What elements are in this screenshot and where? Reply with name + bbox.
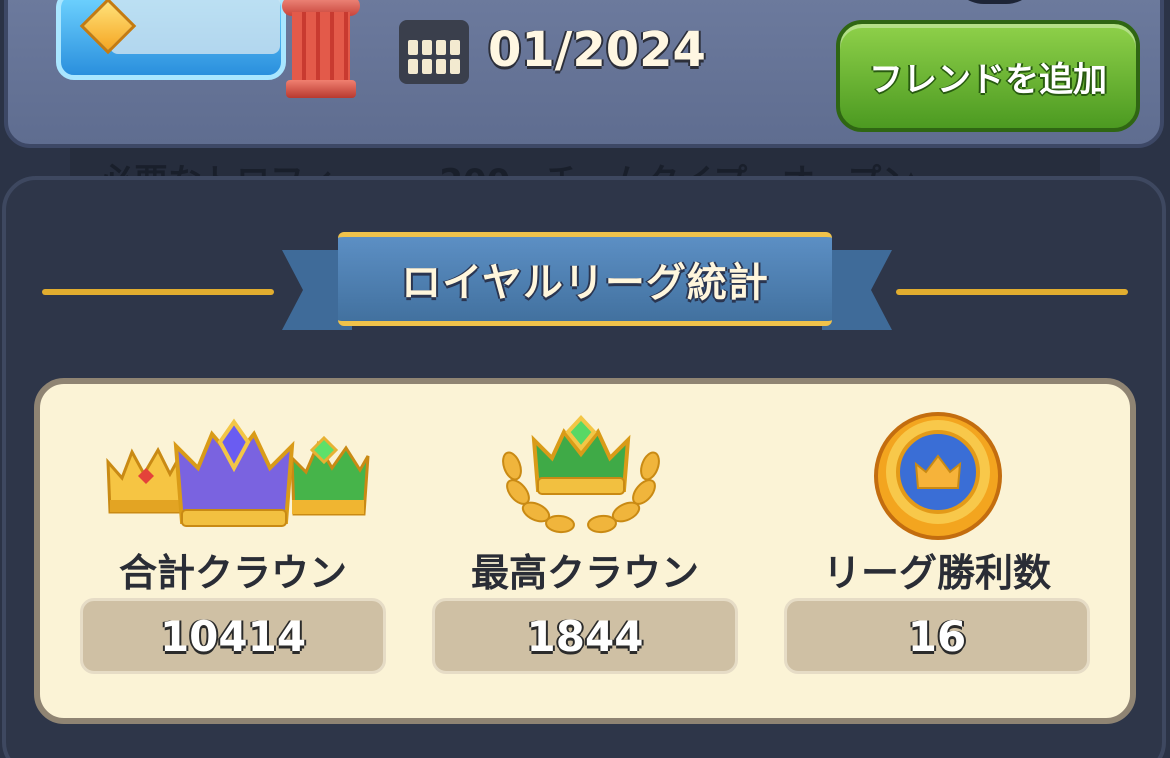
add-friend-button[interactable]: フレンドを追加	[836, 20, 1140, 132]
joined-date: 01/2024	[488, 22, 706, 78]
section-title-ribbon: ロイヤルリーグ統計	[338, 232, 832, 326]
profile-badge-image	[110, 0, 280, 54]
best-crowns-value-box: 1844	[432, 598, 738, 674]
calendar-icon	[399, 20, 469, 84]
section-title: ロイヤルリーグ統計	[401, 260, 769, 306]
league-wins-value: 16	[907, 611, 967, 661]
pillar-trophy-icon	[282, 0, 360, 100]
league-wins-value-box: 16	[784, 598, 1090, 674]
add-friend-label: フレンドを追加	[869, 59, 1107, 100]
profile-screen: 01/2024 フレンドを追加 必要なトロフィー 200 チームタイプ オープン…	[0, 0, 1170, 758]
total-crowns-value: 10414	[159, 611, 307, 661]
crown-medal-icon	[874, 412, 1002, 540]
divider-right	[896, 289, 1128, 295]
total-crowns-value-box: 10414	[80, 598, 386, 674]
laurel-crown-icon	[502, 415, 660, 534]
best-crowns-label: 最高クラウン	[470, 551, 699, 595]
crowns-cluster-icon	[106, 418, 370, 527]
best-crowns-value: 1844	[526, 611, 644, 661]
total-crowns-label: 合計クラウン	[118, 551, 347, 595]
league-wins-label: リーグ勝利数	[822, 551, 1051, 595]
divider-left	[42, 289, 274, 295]
